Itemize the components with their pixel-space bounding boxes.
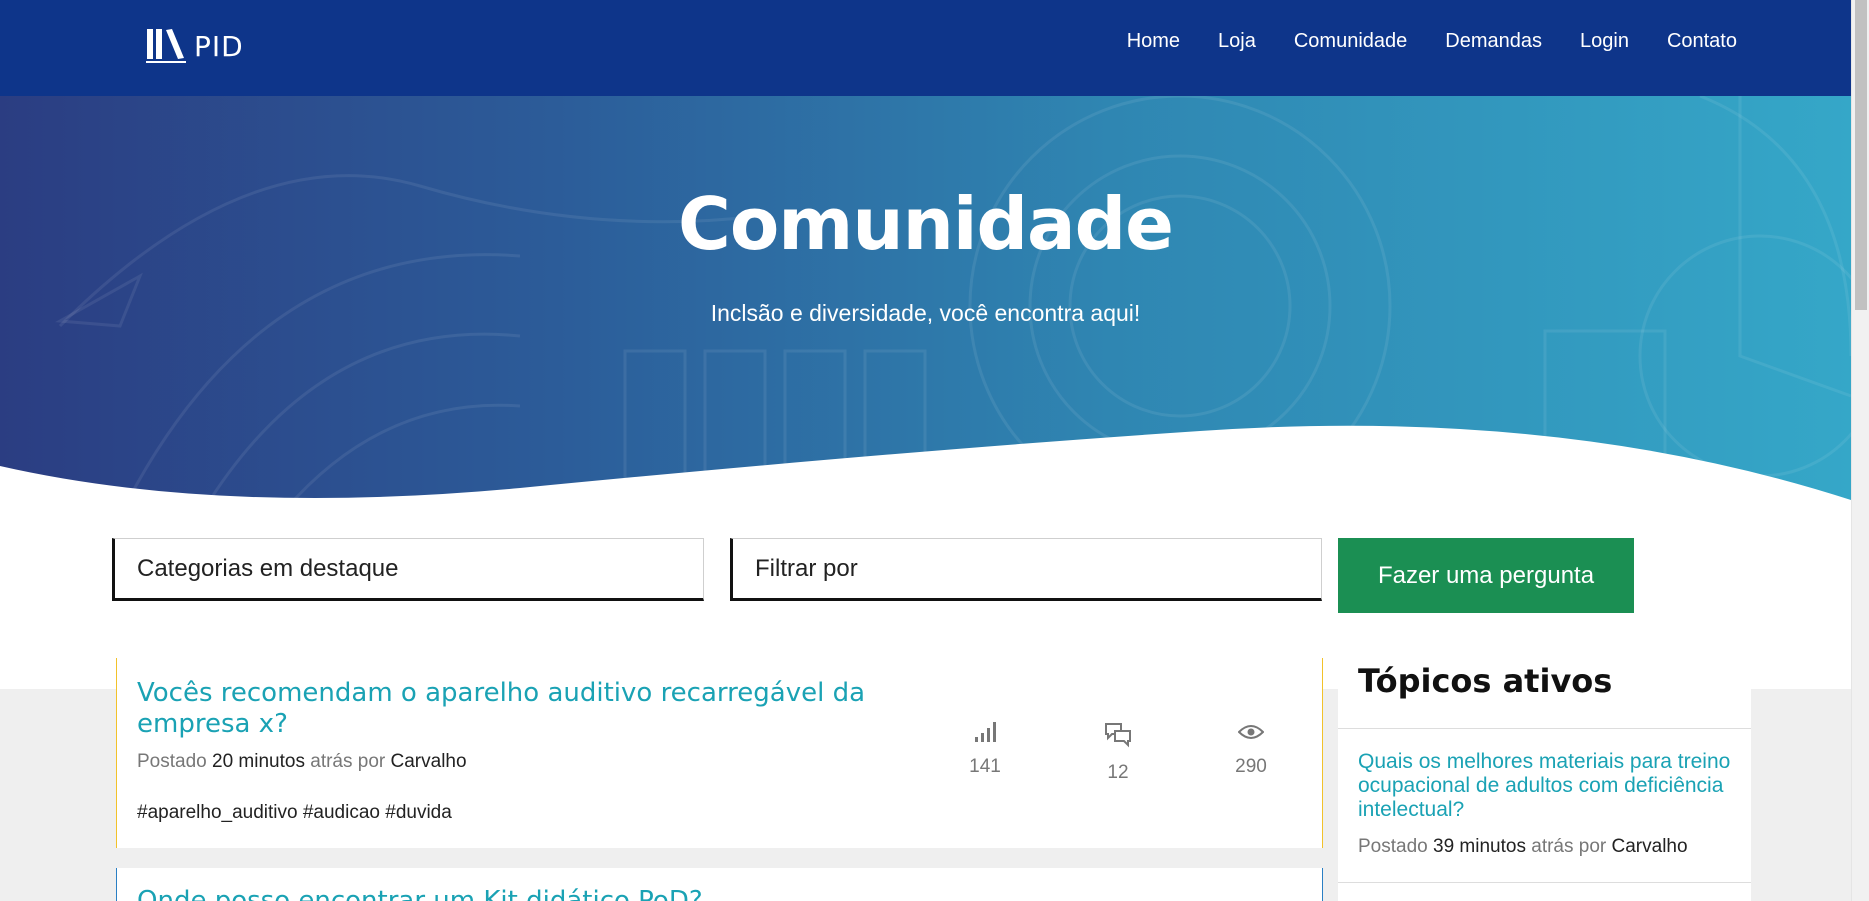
main-nav: Home Loja Comunidade Demandas Login Cont… xyxy=(1089,30,1737,53)
hero-subtitle: Inclsão e diversidade, você encontra aqu… xyxy=(710,300,1141,326)
active-topic-link[interactable]: Quais os melhores materiais para treino … xyxy=(1358,750,1738,822)
nav-loja[interactable]: Loja xyxy=(1218,30,1256,53)
topic-author[interactable]: Carvalho xyxy=(1612,836,1688,857)
topic-meta-prefix: Postado xyxy=(1358,836,1428,857)
chat-bubbles-icon xyxy=(1105,723,1131,748)
page-title: Comunidade xyxy=(677,182,1174,266)
active-topic-meta: Postado 39 minutos atrás por Carvalho xyxy=(1358,836,1688,858)
post-title-link[interactable]: Vocês recomendam o aparelho auditivo rec… xyxy=(137,678,897,740)
nav-contato[interactable]: Contato xyxy=(1667,30,1737,53)
nav-demandas[interactable]: Demandas xyxy=(1445,30,1542,53)
logo-text: PID xyxy=(194,29,244,63)
nav-home[interactable]: Home xyxy=(1127,30,1180,53)
books-logo-icon xyxy=(146,29,186,63)
post-time: 20 minutos xyxy=(212,751,305,772)
replies-count: 12 xyxy=(1107,762,1129,783)
signal-bars-icon xyxy=(975,722,996,742)
eye-icon xyxy=(1238,725,1264,739)
top-navbar: PID Home Loja Comunidade Demandas Login … xyxy=(0,0,1851,96)
score-count: 141 xyxy=(969,756,1001,777)
topic-time: 39 minutos xyxy=(1433,836,1526,857)
topic-meta-mid: atrás por xyxy=(1531,836,1607,857)
page-scrollbar[interactable] xyxy=(1851,0,1869,901)
logo[interactable]: PID xyxy=(146,26,244,66)
sidebar-heading: Tópicos ativos xyxy=(1358,662,1613,700)
score-stat: 141 xyxy=(945,722,1025,778)
post-card: Onde posso encontrar um Kit didático PoD… xyxy=(116,868,1323,901)
post-author[interactable]: Carvalho xyxy=(391,751,467,772)
post-meta-mid: atrás por xyxy=(310,751,386,772)
views-count: 290 xyxy=(1235,756,1267,777)
views-stat: 290 xyxy=(1211,722,1291,778)
nav-login[interactable]: Login xyxy=(1580,30,1629,53)
active-topics-sidebar: Tópicos ativos Quais os melhores materia… xyxy=(1338,650,1751,901)
divider xyxy=(1338,882,1751,883)
filter-select[interactable]: Filtrar por xyxy=(730,538,1322,601)
post-meta-prefix: Postado xyxy=(137,751,207,772)
hero-banner: Comunidade Inclsão e diversidade, você e… xyxy=(0,96,1851,516)
divider xyxy=(1338,728,1751,729)
nav-comunidade[interactable]: Comunidade xyxy=(1294,30,1407,53)
post-title-link[interactable]: Onde posso encontrar um Kit didático PoD… xyxy=(137,886,703,901)
post-tags[interactable]: #aparelho_auditivo #audicao #duvida xyxy=(137,802,452,824)
replies-stat: 12 xyxy=(1078,722,1158,784)
ask-question-button[interactable]: Fazer uma pergunta xyxy=(1338,538,1634,613)
post-meta: Postado 20 minutos atrás por Carvalho xyxy=(137,751,467,773)
post-card: Vocês recomendam o aparelho auditivo rec… xyxy=(116,658,1323,848)
categories-select[interactable]: Categorias em destaque xyxy=(112,538,704,601)
scrollbar-thumb[interactable] xyxy=(1855,0,1867,310)
